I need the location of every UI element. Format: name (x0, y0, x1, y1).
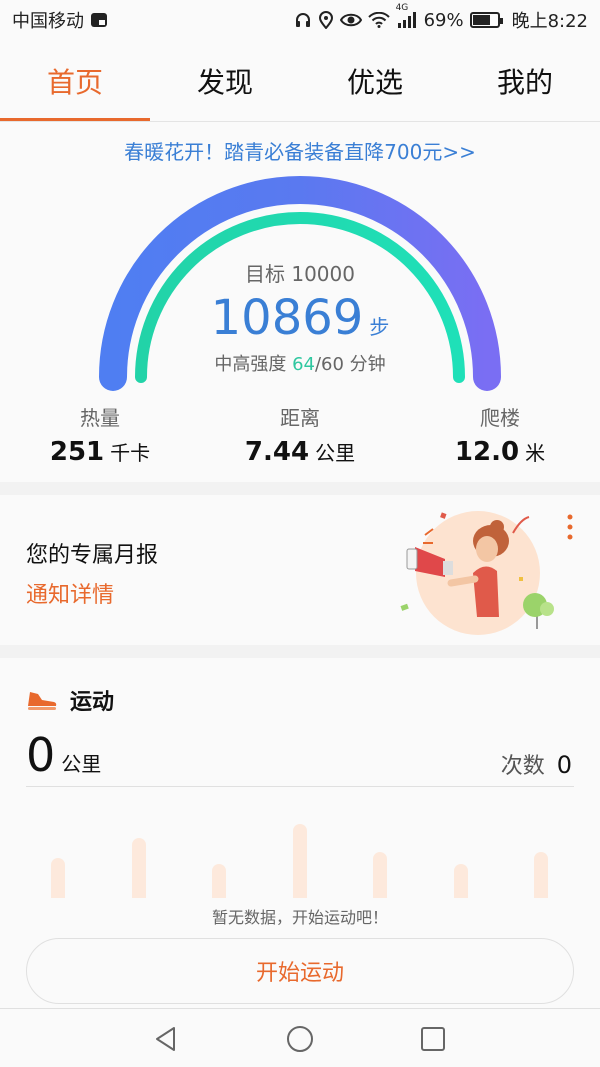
more-options-icon[interactable] (564, 513, 576, 543)
status-bar: 中国移动 4G 69% 晚上8:22 (0, 0, 600, 40)
signal-icon: 4G (396, 3, 418, 29)
tab-selected[interactable]: 优选 (300, 40, 450, 122)
divider (26, 786, 574, 787)
stat-value: 251 (49, 437, 105, 467)
battery-percent: 69% (423, 9, 464, 31)
intensity-value: 64 (292, 354, 315, 375)
carrier-label: 中国移动 (12, 11, 84, 32)
exercise-header: 运动 (26, 684, 114, 716)
stat-label: 距离 (280, 406, 320, 430)
location-icon (318, 11, 334, 29)
stat-value: 12.0 (454, 437, 520, 467)
megaphone-illustration (400, 511, 554, 635)
stat-label: 热量 (80, 406, 120, 430)
stat-unit: 米 (525, 441, 546, 465)
system-nav-bar (0, 1008, 600, 1067)
intensity-minutes: 中高强度 64/60 分钟 (0, 350, 600, 376)
headset-icon (294, 11, 312, 29)
tab-home[interactable]: 首页 (0, 40, 150, 122)
placeholder-bar (373, 852, 387, 898)
monthly-report-card[interactable]: 您的专属月报 通知详情 (0, 495, 600, 645)
clock: 晚上8:22 (511, 11, 588, 32)
intensity-prefix: 中高强度 (214, 354, 293, 375)
step-goal: 目标 10000 (245, 262, 355, 286)
tab-mine[interactable]: 我的 (450, 40, 600, 122)
exercise-distance-value: 0 (26, 728, 56, 782)
exercise-title: 运动 (70, 690, 115, 715)
home-nav-icon[interactable] (282, 1021, 318, 1057)
exercise-distance-unit: 公里 (61, 752, 102, 776)
stat-floors: 爬楼 12.0 米 (400, 402, 600, 467)
tab-discover[interactable]: 发现 (150, 40, 300, 122)
empty-state-text: 暂无数据，开始运动吧！ (211, 908, 388, 927)
sim-card-icon (90, 12, 108, 28)
shoe-icon (28, 692, 57, 710)
battery-icon (469, 12, 503, 28)
back-nav-icon[interactable] (148, 1021, 184, 1057)
network-type-label: 4G (395, 3, 409, 13)
exercise-count: 次数 0 (501, 748, 572, 780)
placeholder-bar (212, 864, 226, 898)
report-details-link[interactable]: 通知详情 (26, 577, 114, 609)
placeholder-bar (132, 838, 146, 898)
placeholder-bar (51, 858, 65, 898)
wifi-icon (367, 12, 390, 28)
stat-value: 7.44 (244, 437, 310, 467)
eye-icon (339, 12, 362, 28)
stat-calories: 热量 251 千卡 (0, 402, 200, 467)
report-title: 您的专属月报 (26, 543, 159, 568)
exercise-distance: 0 公里 (26, 728, 101, 782)
stat-unit: 公里 (315, 441, 356, 465)
stats-row: 热量 251 千卡 距离 7.44 公里 爬楼 12.0 米 (0, 402, 600, 482)
step-count: 10869 步 (0, 290, 600, 346)
exercise-count-label: 次数 (500, 754, 545, 779)
intensity-suffix: /60 分钟 (314, 354, 386, 375)
exercise-card[interactable]: 运动 0 公里 次数 0 暂无数据，开始运动吧！ 开始运动 (0, 658, 600, 1008)
start-exercise-button[interactable]: 开始运动 (26, 938, 574, 1004)
stat-label: 爬楼 (480, 406, 520, 430)
stat-distance: 距离 7.44 公里 (200, 402, 400, 467)
placeholder-bar (454, 864, 468, 898)
placeholder-bar-chart (0, 808, 600, 898)
placeholder-bar (293, 824, 307, 898)
recents-nav-icon[interactable] (415, 1021, 451, 1057)
step-count-value: 10869 (210, 290, 364, 346)
placeholder-bar (534, 852, 548, 898)
top-tab-bar: 首页 发现 优选 我的 (0, 40, 600, 122)
step-count-unit: 步 (369, 315, 390, 339)
activity-summary-card[interactable]: 春暖花开！踏青必备装备直降700元>> 目标 10000 10869 步 中高强度… (0, 122, 600, 482)
exercise-count-value: 0 (556, 751, 572, 779)
stat-unit: 千卡 (110, 441, 151, 465)
